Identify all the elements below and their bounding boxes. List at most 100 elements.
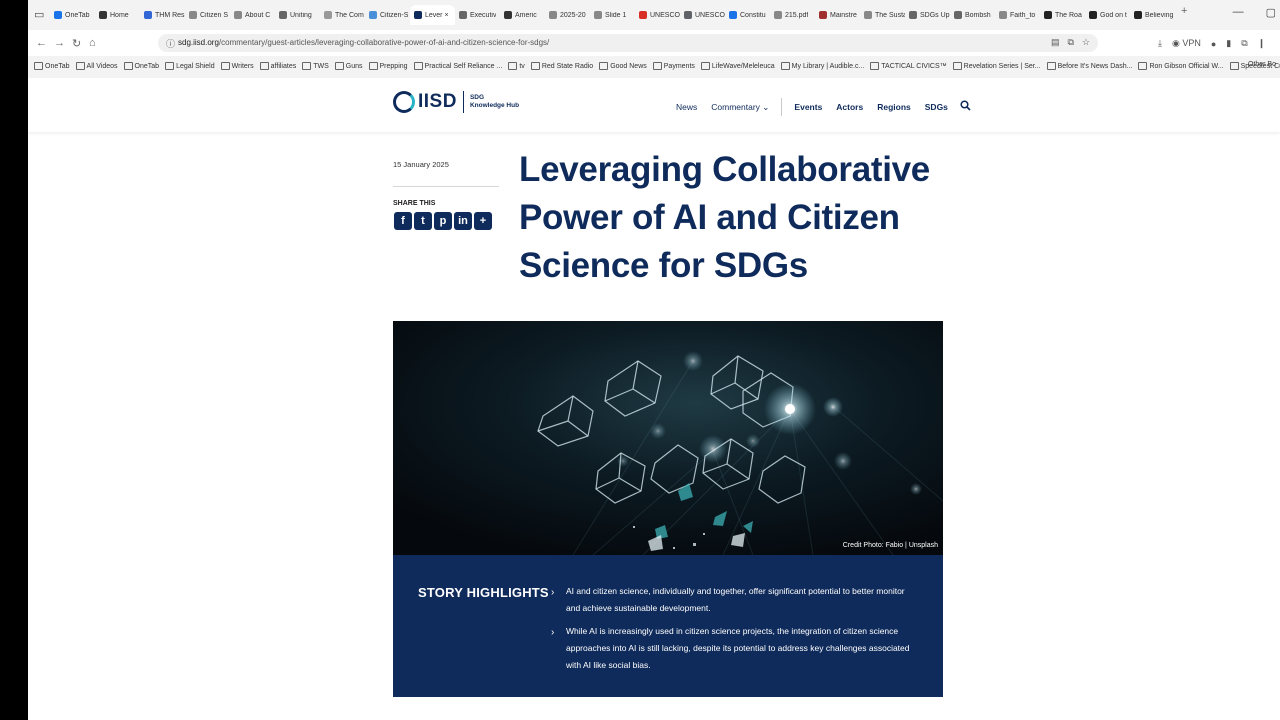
browser-tab[interactable]: 2025-20 xyxy=(545,5,590,25)
logo-divider xyxy=(462,91,464,113)
browser-tab[interactable]: SDGs Up xyxy=(905,5,950,25)
browser-tab[interactable]: Mainstre xyxy=(815,5,860,25)
site-info-icon[interactable]: ⓘ xyxy=(166,37,175,50)
pinterest-icon[interactable]: p xyxy=(434,212,452,230)
bookmark-item[interactable]: My Library | Audible.c... xyxy=(780,62,864,70)
forward-icon[interactable]: → xyxy=(54,37,65,49)
browser-tab[interactable]: God on t xyxy=(1085,5,1130,25)
back-icon[interactable]: ← xyxy=(36,37,47,49)
browser-tab[interactable]: Faith_to xyxy=(995,5,1040,25)
tab-favicon-icon xyxy=(504,11,512,19)
linkedin-icon[interactable]: in xyxy=(454,212,472,230)
browser-tab[interactable]: Americ xyxy=(500,5,545,25)
browser-tab[interactable]: Uniting xyxy=(275,5,320,25)
bookmark-item[interactable]: Ron Gibson Official W... xyxy=(1138,62,1224,70)
twitter-icon[interactable]: t xyxy=(414,212,432,230)
extensions-icon[interactable]: ⧉ xyxy=(1241,38,1247,49)
home-icon[interactable]: ⌂ xyxy=(89,37,96,49)
tab-label: UNESCO xyxy=(650,11,680,19)
browser-tab[interactable]: Executiv xyxy=(455,5,500,25)
bookmark-item[interactable]: All Videos xyxy=(75,62,118,70)
browser-tab[interactable]: The Com xyxy=(320,5,365,25)
bookmark-item[interactable]: Good News xyxy=(599,62,647,70)
browser-tab[interactable]: OneTab xyxy=(50,5,95,25)
vpn-badge[interactable]: ◉ VPN xyxy=(1172,38,1201,49)
bookmark-item[interactable]: Practical Self Reliance ... xyxy=(413,62,502,70)
bookmark-label: Legal Shield xyxy=(176,62,215,70)
bookmark-icon xyxy=(1046,62,1056,70)
bookmark-icon xyxy=(530,62,540,70)
address-bar[interactable]: ⓘ sdg.iisd.org/commentary/guest-articles… xyxy=(158,34,1098,52)
bookmark-item[interactable]: tv xyxy=(508,62,525,70)
browser-tab[interactable]: The Roa xyxy=(1040,5,1085,25)
search-icon[interactable] xyxy=(960,100,971,114)
browser-tab[interactable]: Lever × xyxy=(410,5,455,25)
bookmark-item[interactable]: Prepping xyxy=(368,62,408,70)
bookmark-icon xyxy=(302,62,312,70)
tab-label: Slide 1 xyxy=(605,11,627,19)
nav-commentary[interactable]: Commentary ⌄ xyxy=(711,102,769,113)
tab-favicon-icon xyxy=(54,11,62,19)
bookmark-item[interactable]: Guns xyxy=(334,62,363,70)
bookmark-icon xyxy=(34,62,43,70)
browser-tab[interactable]: 215.pdf xyxy=(770,5,815,25)
workspaces-icon[interactable]: ▭ xyxy=(34,8,44,21)
tab-label: Lever xyxy=(425,11,443,19)
download-icon[interactable]: ⤓ xyxy=(1158,38,1162,49)
browser-tab[interactable]: Believing xyxy=(1130,5,1175,25)
maximize-icon[interactable]: ▢ xyxy=(1266,6,1276,19)
sidebar-icon[interactable]: ❙ xyxy=(1258,38,1266,49)
nav-regions[interactable]: Regions xyxy=(877,102,911,112)
browser-tab[interactable]: The Sustain xyxy=(860,5,905,25)
share-plus-icon[interactable]: + xyxy=(474,212,492,230)
shield-icon[interactable]: ● xyxy=(1211,39,1216,49)
nav-events[interactable]: Events xyxy=(794,102,822,112)
logo-word: IISD xyxy=(418,91,457,112)
highlight-item: › While AI is increasingly used in citiz… xyxy=(551,623,921,674)
nav-news[interactable]: News xyxy=(676,102,697,112)
browser-tab[interactable]: THM Res xyxy=(140,5,185,25)
bookmark-item[interactable]: TWS xyxy=(302,62,329,70)
nav-actors[interactable]: Actors xyxy=(836,102,863,112)
bookmark-item[interactable]: Revelation Series | Ser... xyxy=(952,62,1041,70)
wallet-icon[interactable]: ▮ xyxy=(1226,38,1231,49)
reader-mode-icon[interactable]: ▤ xyxy=(1051,37,1060,48)
url-text[interactable]: sdg.iisd.org/commentary/guest-articles/l… xyxy=(178,38,549,47)
browser-tab[interactable]: Home xyxy=(95,5,140,25)
bookmark-item[interactable]: Writers xyxy=(220,62,254,70)
highlight-text: AI and citizen science, individually and… xyxy=(566,586,905,613)
bookmark-star-icon[interactable]: ☆ xyxy=(1082,37,1090,48)
nav-sdgs[interactable]: SDGs xyxy=(925,102,948,112)
bookmark-icon xyxy=(700,62,710,70)
browser-tab[interactable]: Constitu xyxy=(725,5,770,25)
screenshot-icon[interactable]: ⧉ xyxy=(1067,37,1073,48)
bookmark-item[interactable]: Before It's News Dash... xyxy=(1046,62,1132,70)
bookmark-item[interactable]: OneTab xyxy=(123,62,159,70)
reload-icon[interactable]: ↻ xyxy=(72,37,81,50)
close-tab-icon[interactable]: × xyxy=(445,12,449,19)
iisd-logo[interactable]: IISD SDG Knowledge Hub xyxy=(393,91,519,113)
bookmark-label: Prepping xyxy=(379,62,408,70)
browser-tab[interactable]: About C xyxy=(230,5,275,25)
bookmark-label: LifeWave/Meleleuca xyxy=(711,62,775,70)
bookmark-item[interactable]: Red State Radio xyxy=(530,62,593,70)
browser-tab[interactable]: UNESCO xyxy=(680,5,725,25)
bookmark-item[interactable]: OneTab xyxy=(34,62,70,70)
minimize-icon[interactable]: — xyxy=(1233,6,1244,19)
bookmark-item[interactable]: affiliates xyxy=(259,62,296,70)
bookmark-item[interactable]: TACTICAL CIVICS™ xyxy=(870,62,947,70)
browser-tab[interactable]: Slide 1 xyxy=(590,5,635,25)
browser-tab[interactable]: Citizen S xyxy=(185,5,230,25)
image-credit: Credit Photo: Fabio | Unsplash xyxy=(842,542,938,549)
new-tab-icon[interactable]: + xyxy=(1175,5,1193,27)
facebook-icon[interactable]: f xyxy=(394,212,412,230)
tab-label: 2025-20 xyxy=(560,11,586,19)
bookmark-item[interactable]: Legal Shield xyxy=(165,62,215,70)
browser-tab[interactable]: Bombsh xyxy=(950,5,995,25)
tab-favicon-icon xyxy=(639,11,647,19)
other-bookmarks[interactable]: Other Bo xyxy=(1248,61,1276,68)
browser-tab[interactable]: UNESCO xyxy=(635,5,680,25)
bookmark-item[interactable]: Payments xyxy=(652,62,695,70)
browser-tab[interactable]: Citizen-S xyxy=(365,5,410,25)
bookmark-item[interactable]: LifeWave/Meleleuca xyxy=(700,62,775,70)
